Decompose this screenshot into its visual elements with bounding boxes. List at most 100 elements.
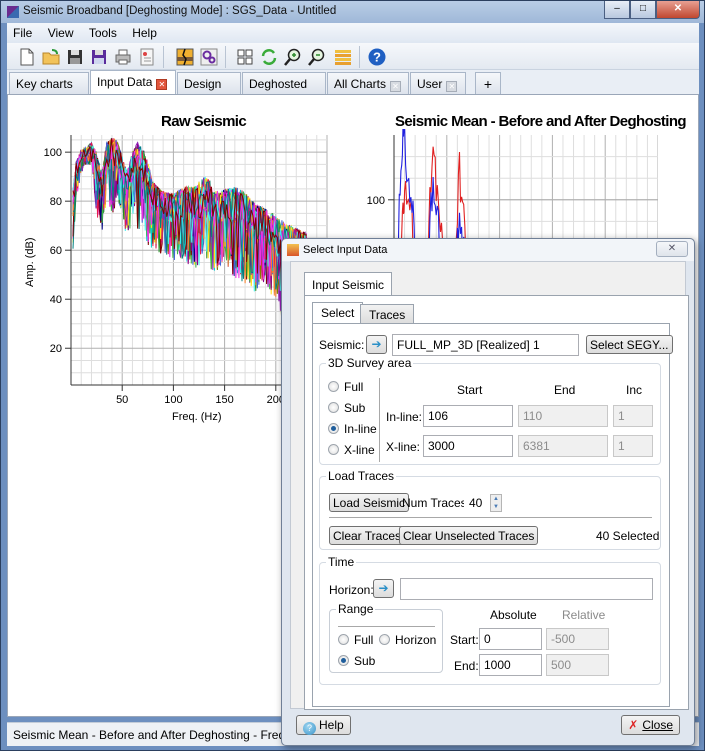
y-tick-label: 80 [50, 196, 62, 208]
tab-all-charts[interactable]: All Charts ✕ [327, 72, 409, 94]
in-line-label: In-line: [386, 410, 423, 424]
num-traces-label: Num Traces: [402, 496, 471, 510]
tab-select[interactable]: Select [312, 302, 364, 324]
maximize-button[interactable]: □ [630, 1, 656, 19]
radio-in-line[interactable]: In-line [328, 422, 377, 436]
tab-input-seismic[interactable]: Input Seismic [304, 272, 393, 296]
tab-key-charts[interactable]: Key charts✕ [9, 72, 89, 106]
add-tab-button[interactable]: + [475, 72, 501, 94]
help-button[interactable]: ? Help [296, 715, 351, 735]
select-segy-button[interactable]: Select SEGY... [586, 335, 673, 354]
report-icon[interactable] [137, 47, 157, 67]
relative-header: Relative [562, 608, 606, 622]
dialog-app-icon [287, 244, 299, 256]
seismic-label: Seismic: [319, 338, 365, 352]
x-tick-label: 50 [116, 394, 128, 406]
input-seismic-panel: Select Traces Seismic: ➔ FULL_MP_3D [Rea… [304, 295, 689, 710]
clear-traces-button[interactable]: Clear Traces [329, 526, 406, 545]
help-icon: ? [303, 722, 316, 735]
save-icon[interactable] [65, 47, 85, 67]
close-button[interactable]: ✗ Close [621, 715, 680, 735]
start-absolute-input[interactable]: 0 [479, 628, 542, 650]
toolbar-separator [163, 46, 164, 68]
radio-range-horizon[interactable]: Horizon [379, 633, 436, 647]
series-line-before-deghosting [400, 146, 466, 241]
radio-circle [338, 634, 349, 645]
time-group: Time Horizon: ➔ Range Full Horizon Sub A… [319, 555, 661, 685]
end-label: End: [454, 659, 479, 673]
load-traces-title: Load Traces [326, 469, 397, 483]
settings-gears-icon[interactable] [199, 47, 219, 67]
tab-label: Deghosted [249, 77, 308, 91]
arrow-right-icon: ➔ [371, 337, 382, 351]
zoom-in-icon[interactable] [283, 47, 303, 67]
window-title: Seismic Broadband [Deghosting Mode] : SG… [23, 5, 337, 17]
radio-range-sub[interactable]: Sub [338, 654, 375, 668]
radio-label: Full [354, 633, 374, 647]
horizon-input[interactable] [400, 578, 653, 600]
selected-count: 40 Selected [596, 529, 660, 543]
menu-view[interactable]: View [42, 23, 80, 43]
grid-layout-icon[interactable] [235, 47, 255, 67]
x-tick-label: 150 [215, 394, 233, 406]
help-icon[interactable]: ? [367, 47, 387, 67]
tab-traces[interactable]: Traces [360, 304, 415, 324]
tab-input-data[interactable]: Input Data ✕ [90, 70, 176, 95]
menu-bar: File View Tools Help [7, 23, 699, 43]
radio-sub[interactable]: Sub [328, 401, 365, 415]
open-folder-icon[interactable] [41, 47, 61, 67]
num-traces-stepper[interactable]: ▲ ▼ [490, 494, 502, 512]
refresh-icon[interactable] [259, 47, 279, 67]
dialog-close-icon[interactable]: ✕ [656, 241, 688, 257]
dialog-title: Select Input Data [303, 244, 388, 256]
radio-circle [379, 634, 390, 645]
seismic-pick-button[interactable]: ➔ [366, 335, 387, 354]
radio-label: In-line [344, 422, 377, 436]
close-window-button[interactable]: ✕ [656, 1, 700, 19]
horizon-label: Horizon: [329, 583, 374, 597]
select-panel: Seismic: ➔ FULL_MP_3D [Realized] 1 Selec… [312, 323, 673, 707]
divider [329, 517, 652, 518]
x-line-end-input: 6381 [518, 435, 608, 457]
clear-unselected-traces-button[interactable]: Clear Unselected Traces [399, 526, 539, 545]
radio-full[interactable]: Full [328, 380, 363, 394]
seismic-input[interactable]: FULL_MP_3D [Realized] 1 [392, 334, 579, 356]
close-tab-icon[interactable]: ✕ [156, 79, 168, 90]
radio-x-line[interactable]: X-line [328, 443, 375, 457]
tab-user[interactable]: User ✕ [410, 72, 466, 94]
menu-help[interactable]: Help [126, 23, 163, 43]
y-tick-label: 40 [50, 294, 62, 306]
dialog-title-bar: Select Input Data ✕ [282, 239, 694, 261]
zoom-out-icon[interactable] [307, 47, 327, 67]
toolbar-separator [359, 46, 360, 68]
in-line-start-input[interactable]: 106 [423, 405, 513, 427]
radio-range-full[interactable]: Full [338, 633, 373, 647]
save-as-icon[interactable] [89, 47, 109, 67]
x-axis-label: Freq. (Hz) [172, 411, 222, 423]
seismic-wavelet-icon[interactable] [175, 47, 195, 67]
close-tab-icon[interactable]: ✕ [446, 81, 458, 92]
load-seismic-button[interactable]: Load Seismic [329, 493, 410, 512]
horizon-pick-button[interactable]: ➔ [373, 579, 394, 598]
minimize-button[interactable]: – [604, 1, 630, 19]
end-relative-input: 500 [546, 654, 609, 676]
menu-file[interactable]: File [7, 23, 38, 43]
print-icon[interactable] [113, 47, 133, 67]
tab-design[interactable]: Design✕ [177, 72, 241, 106]
new-file-icon[interactable] [17, 47, 37, 67]
series-line-after-deghosting [397, 129, 465, 241]
close-tab-icon[interactable]: ✕ [390, 81, 402, 92]
radio-label: Sub [354, 654, 376, 668]
x-line-start-input[interactable]: 3000 [423, 435, 513, 457]
tab-label: Input Data [97, 75, 153, 89]
chart-title-seismic-mean: Seismic Mean - Before and After Deghosti… [395, 113, 687, 130]
x-tick-label: 100 [164, 394, 182, 406]
layers-icon[interactable] [333, 47, 353, 67]
tab-bar: Key charts✕ Input Data✕ Design✕ Deghoste… [7, 70, 699, 106]
menu-tools[interactable]: Tools [83, 23, 123, 43]
radio-circle [328, 444, 339, 455]
end-absolute-input[interactable]: 1000 [479, 654, 542, 676]
seismic-mean-chart: 90100 [367, 129, 658, 241]
tab-deghosted[interactable]: Deghosted✕ [242, 72, 326, 106]
time-title: Time [326, 555, 357, 569]
